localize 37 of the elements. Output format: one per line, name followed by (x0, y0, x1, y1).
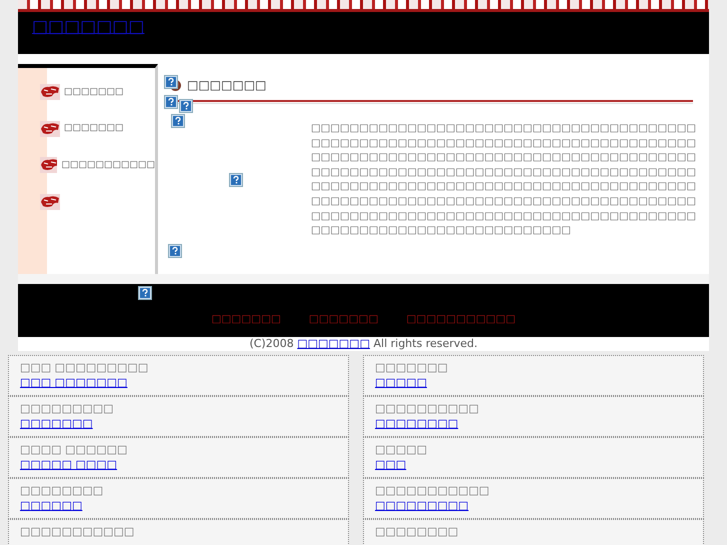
sidebar-item[interactable]: □□□□□□□ (64, 86, 124, 99)
listing-title: □□□□□ (375, 442, 428, 457)
copyright-text: (C)2008 (249, 337, 294, 350)
listing-link[interactable]: □□□□□ □□□□ (20, 457, 337, 472)
broken-image-icon (179, 99, 193, 113)
body-paragraph: □□□□□□□□□□□□□□□□□□□□□□□□□□□□□□□□□□□□□□□□□□□□□□□□□□□□□□□□□□□□□□□□□□□□□□□□□□□□□□□□□□□□□□□□□□□□□□□□□□□□□□□□□□□□□□□□□□□□□□□□□□□□□□□□□□□□□□□□□□□□□□□□□□□□□□□□□□□□□□□□□□□□□□□□□□□□□□□□□□□□□□□□□□□□□□□□□□□□□□□□□□□□□□□□□□□□□□□□□□□□□□□□□□□□□□□□□□□□□□□□□□□□□□□□□□□□□□□□□□□□□□□□□□□□□□□□□□□□□□□□□□□□□□□□□□□□□□□□□□□□□□□□□□□ (311, 122, 698, 238)
broken-image-icon (164, 95, 178, 109)
listing-title: □□□□□□□□ (375, 524, 460, 539)
broken-image-icon (138, 286, 152, 300)
listing-title: □□□ □□□□□□□□□ (20, 360, 150, 375)
listing-link[interactable]: □□□ □□□□□□□ (20, 375, 337, 390)
copyright-link[interactable]: □□□□□□□ (297, 337, 370, 350)
sidebar-item[interactable]: □□□□□□□ (64, 122, 124, 136)
sidebar-item[interactable]: □□□□□□□□□□□ (61, 158, 155, 172)
broken-image-icon (168, 244, 182, 258)
listing-title: □□□□□□□ (375, 360, 449, 375)
emblem-icon (40, 120, 60, 137)
emblem-icon (40, 194, 60, 210)
listing-link[interactable]: □□□□□ (375, 375, 692, 390)
listing-title: □□□□□□□□ (20, 483, 104, 498)
listing-title: □□□□ □□□□□□ (20, 442, 128, 457)
emblem-icon (40, 157, 58, 174)
broken-image-icon (164, 75, 178, 89)
listing-link[interactable]: □□□□□□□□□ (375, 498, 692, 513)
listing-link[interactable]: □□□□□□□□ (375, 416, 692, 431)
listing-link[interactable]: □□□□□□□ (20, 416, 337, 431)
section-heading: □□□□□□□ (187, 77, 266, 94)
listing-link[interactable]: □□□□□□ (20, 498, 337, 513)
listing-title: □□□□□□□□□ (20, 401, 115, 416)
listing-title: □□□□□□□□□□ (375, 401, 480, 416)
copyright-text: All rights reserved. (373, 337, 478, 350)
listing-title: □□□□□□□□□□□ (375, 483, 490, 498)
listing-link[interactable]: □□□ (375, 457, 692, 472)
listing-title: □□□□□□□□□□□ (20, 524, 136, 539)
broken-image-icon (171, 114, 185, 128)
emblem-icon (40, 84, 60, 100)
broken-image-icon (229, 173, 243, 187)
